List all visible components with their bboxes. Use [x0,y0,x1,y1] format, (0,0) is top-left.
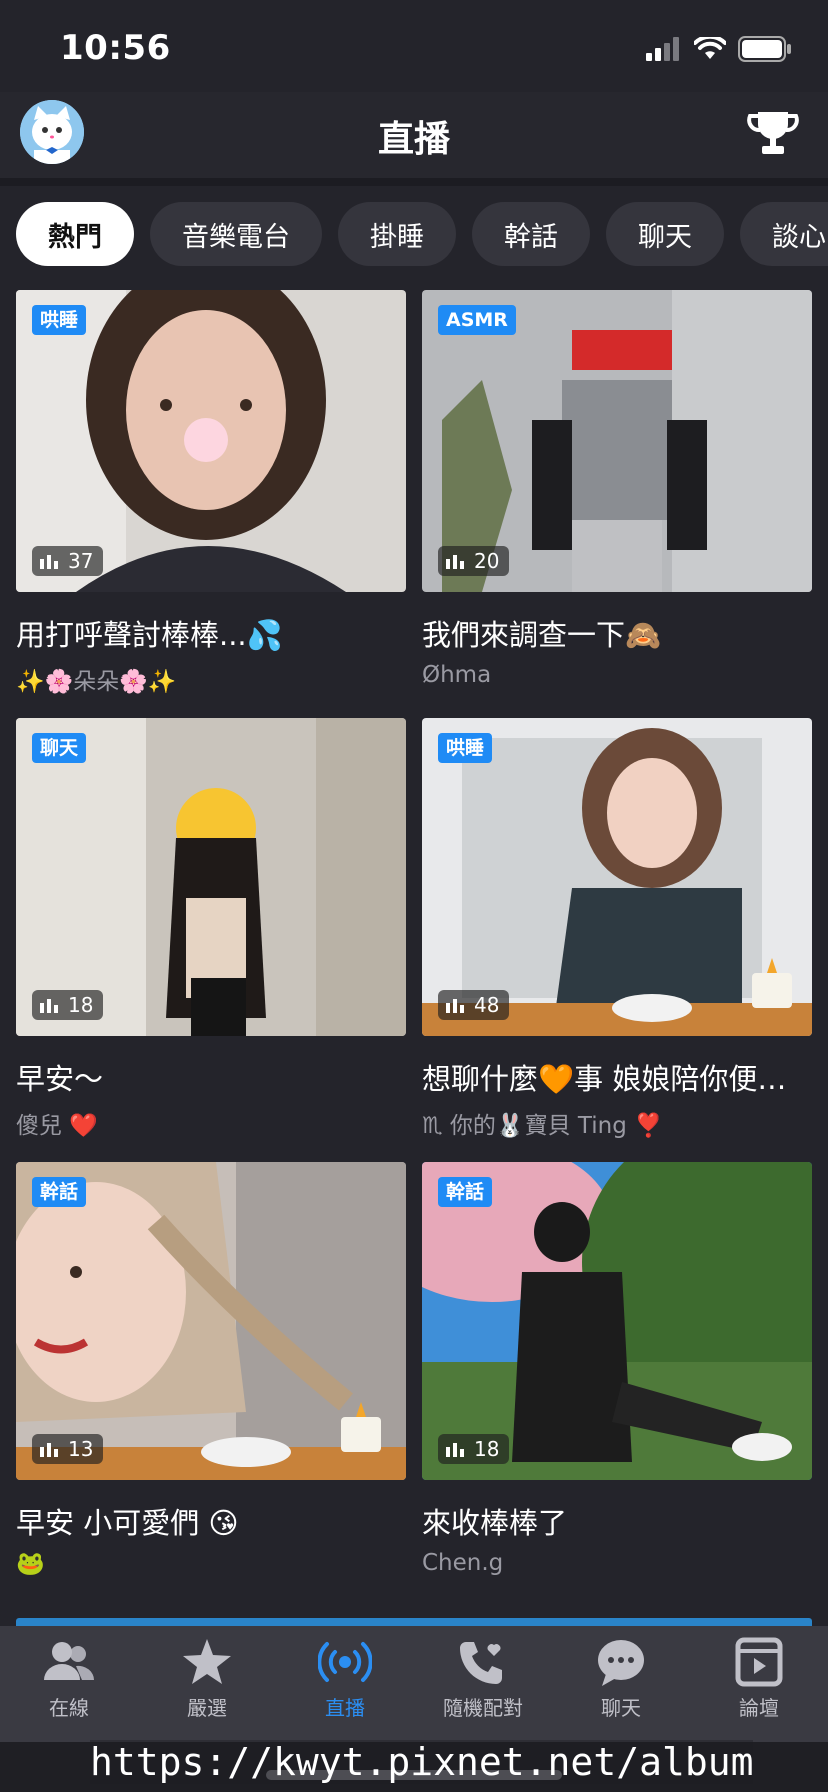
status-icons [646,36,792,62]
nav-chat[interactable]: 聊天 [552,1626,690,1742]
viewer-count: 48 [438,990,510,1020]
viewer-count: 37 [32,546,104,576]
stream-title: 早安 小可愛們 😘 [16,1506,239,1540]
stream-card[interactable]: ASMR 20 我們來調查一下🙈 Øhma [422,290,812,688]
battery-icon [738,36,791,62]
stream-host: ♏ 你的🐰寶貝 Ting ❣️ [422,1113,663,1139]
stream-host: 傻兒 ❤️ [16,1113,98,1139]
nav-label: 在線 [49,1696,89,1720]
page-title: 直播 [377,119,450,160]
nav-online[interactable]: 在線 [0,1626,138,1742]
forum-icon [735,1637,783,1687]
stream-thumbnail[interactable]: 哄睡 48 [422,718,812,1036]
viewer-count-value: 37 [68,549,94,573]
bottom-nav: 在線 嚴選 直播 隨機配對 聊天 論壇 [0,1626,828,1742]
viewer-count: 18 [438,1434,510,1464]
viewer-count-value: 18 [474,1437,500,1461]
viewer-count-value: 18 [68,993,94,1017]
stream-host: 🐸 [16,1551,45,1577]
nav-label: 嚴選 [187,1696,227,1720]
stream-title: 用打呼聲討棒棒...💦 [16,618,283,652]
category-badge: ASMR [438,305,516,335]
category-tabs: 熱門 音樂電台 掛睡 幹話 聊天 談心 [16,202,828,266]
stream-card[interactable]: 哄睡 37 用打呼聲討棒棒...💦 ✨🌸朵朵🌸✨ [16,290,406,696]
stream-host: Chen.g [422,1550,504,1576]
bar-chart-icon [446,555,464,569]
bar-chart-icon [40,555,58,569]
stream-thumbnail[interactable]: 幹話 18 [422,1162,812,1480]
signal-icon [646,37,679,61]
nav-label: 聊天 [601,1696,641,1720]
stream-title: 早安～ [16,1062,104,1096]
nav-forum[interactable]: 論壇 [690,1626,828,1742]
star-icon [183,1639,231,1684]
stream-thumbnail[interactable]: 聊天 18 [16,718,406,1036]
category-badge: 哄睡 [438,733,493,763]
nav-label: 論壇 [739,1696,779,1720]
watermark-url: https://kwyt.pixnet.net/album [90,1740,754,1784]
stream-title: 我們來調查一下🙈 [422,618,662,652]
tab-hot[interactable]: 熱門 [16,202,134,266]
trophy-icon[interactable] [746,108,800,158]
broadcast-icon [318,1642,372,1682]
bar-chart-icon [40,1443,58,1457]
nav-random-match[interactable]: 隨機配對 [414,1626,552,1742]
people-icon [44,1642,95,1680]
bar-chart-icon [446,999,464,1013]
stream-host: ✨🌸朵朵🌸✨ [16,669,177,695]
bar-chart-icon [40,999,58,1013]
viewer-count-value: 20 [474,549,500,573]
category-badge: 幹話 [438,1177,493,1207]
header-divider [0,178,828,186]
tab-heart-talk[interactable]: 談心 [740,202,828,266]
status-time: 10:56 [60,28,171,68]
stream-card[interactable]: 哄睡 48 想聊什麼🧡事 娘娘陪你便當時間 ♏ 你的🐰寶貝 Ting ❣️ [422,718,812,1140]
tab-banter[interactable]: 幹話 [472,202,590,266]
stream-thumbnail[interactable]: ASMR 20 [422,290,812,592]
stream-photo [422,1162,812,1480]
viewer-count-value: 13 [68,1437,94,1461]
stream-card[interactable]: 幹話 18 來收棒棒了 Chen.g [422,1162,812,1576]
stream-host: Øhma [422,662,492,688]
stream-card[interactable]: 聊天 18 早安～ 傻兒 ❤️ [16,718,406,1140]
tab-chat[interactable]: 聊天 [606,202,724,266]
stream-title: 想聊什麼🧡事 娘娘陪你便當時間 [422,1062,812,1096]
app-header: 直播 [0,92,828,178]
stream-photo [422,718,812,1036]
tab-sleep[interactable]: 掛睡 [338,202,456,266]
stream-title: 來收棒棒了 [422,1506,568,1540]
stream-photo [16,718,406,1036]
stream-thumbnail[interactable]: 哄睡 37 [16,290,406,592]
category-badge: 哄睡 [32,305,87,335]
stream-card[interactable]: 幹話 13 早安 小可愛們 😘 🐸 [16,1162,406,1577]
phone-heart-icon [460,1642,502,1684]
category-badge: 幹話 [32,1177,87,1207]
tab-music-radio[interactable]: 音樂電台 [150,202,322,266]
nav-label: 隨機配對 [443,1696,523,1720]
viewer-count: 20 [438,546,510,576]
bar-chart-icon [446,1443,464,1457]
status-bar: 10:56 [0,0,828,92]
viewer-count-value: 48 [474,993,500,1017]
nav-label: 直播 [325,1696,365,1720]
category-badge: 聊天 [32,733,87,763]
wifi-icon [694,37,726,59]
live-screen: 10:56 直播 熱門 音樂電台 掛睡 幹話 聊天 談心 哄睡 37 用打呼聲討… [0,0,828,1792]
viewer-count: 18 [32,990,104,1020]
banner-strip [16,1618,812,1626]
nav-live[interactable]: 直播 [276,1626,414,1742]
viewer-count: 13 [32,1434,104,1464]
stream-photo [16,1162,406,1480]
stream-thumbnail[interactable]: 幹話 13 [16,1162,406,1480]
nav-featured[interactable]: 嚴選 [138,1626,276,1742]
chat-bubble-icon [598,1640,644,1686]
